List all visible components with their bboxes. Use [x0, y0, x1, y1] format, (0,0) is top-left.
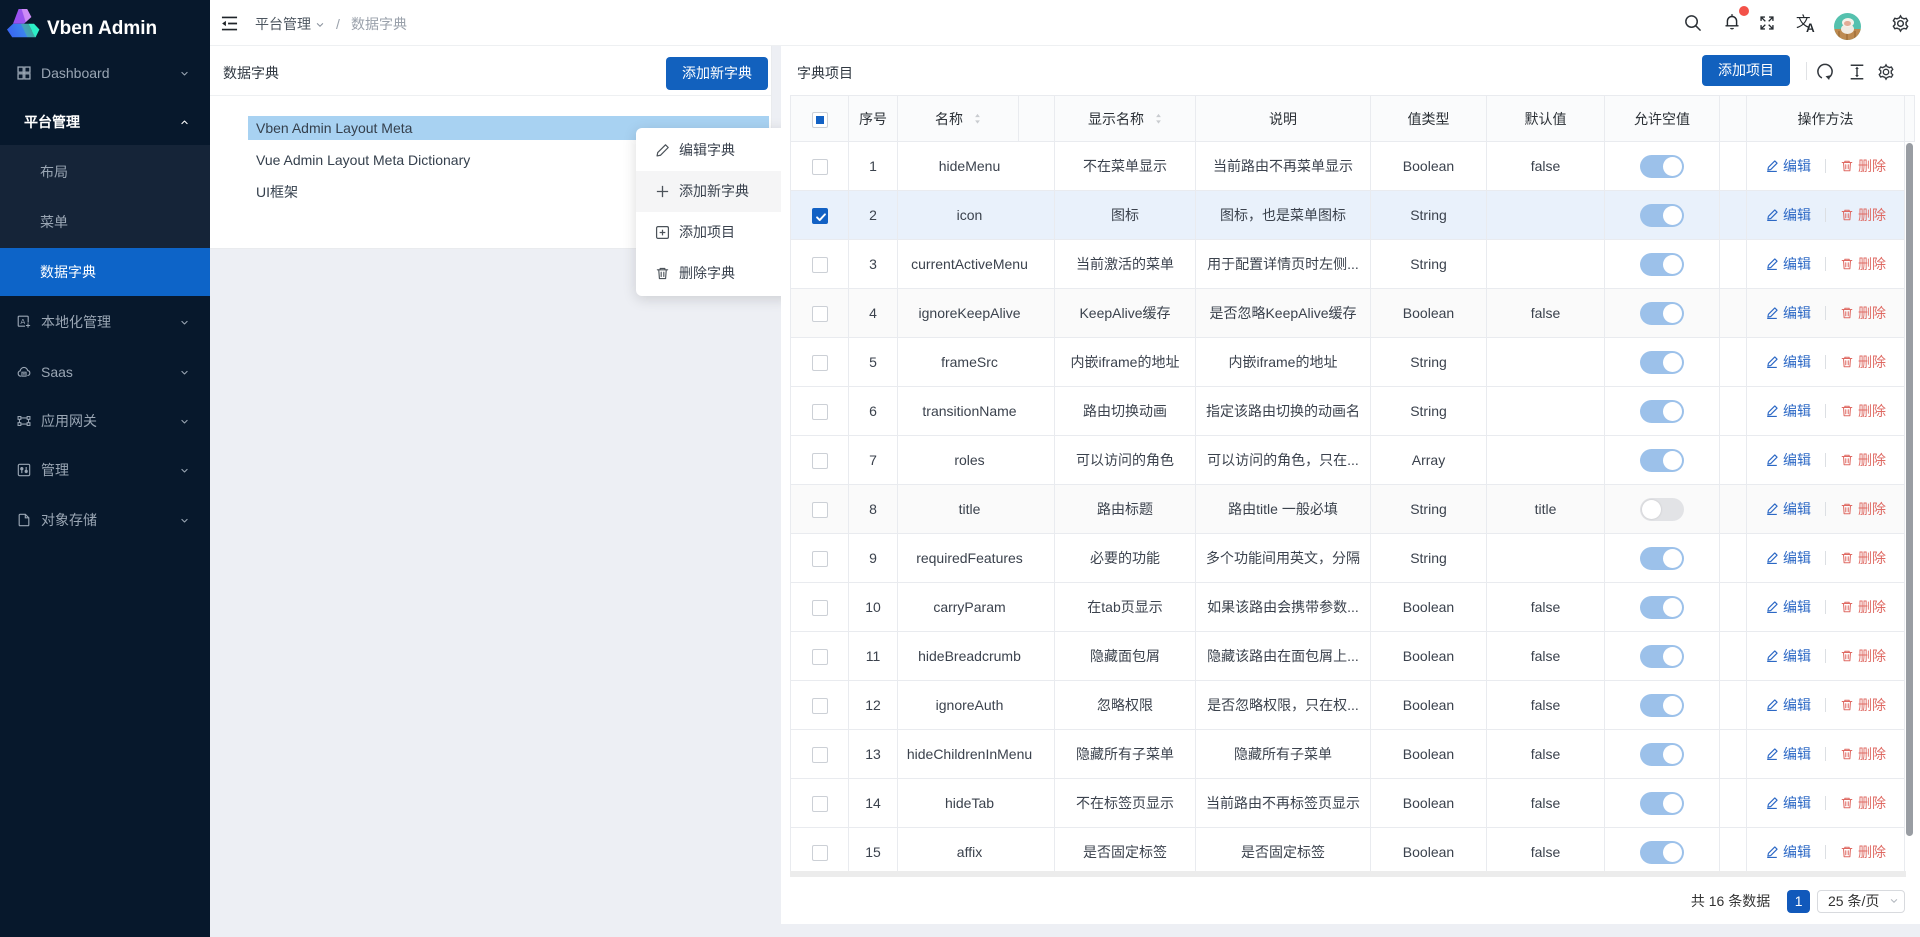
svg-text:A: A	[20, 317, 25, 326]
